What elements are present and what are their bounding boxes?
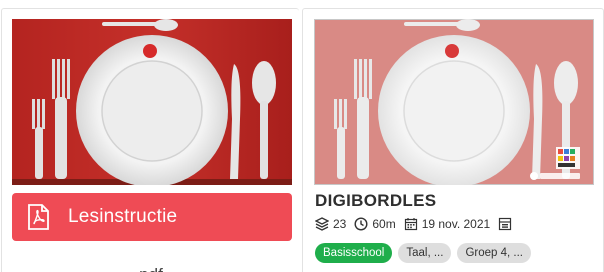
lesson-title: DIGIBORDLES <box>315 191 437 210</box>
lesinstructie-label: Lesinstructie <box>68 206 178 227</box>
tag-group[interactable]: Groep 4, ... <box>457 243 531 263</box>
plate-illustration <box>12 19 292 185</box>
plate-illustration-faded <box>314 19 594 185</box>
digibordles-card: DIGIBORDLES 23 60m 19 nov. 2021 Basissch… <box>302 8 604 272</box>
digibordles-thumbnail[interactable] <box>314 19 594 185</box>
lesinstructie-button[interactable]: Lesinstructie <box>12 193 292 241</box>
board-type <box>498 217 516 231</box>
whiteboard-icon <box>499 217 512 231</box>
publish-date-value: 19 nov. 2021 <box>421 217 491 231</box>
tag-school-type[interactable]: Basisschool <box>315 243 393 263</box>
publish-date: 19 nov. 2021 <box>404 217 491 231</box>
lesson-material-card: Lesinstructie pdf <box>1 8 299 272</box>
kids-week-badge <box>556 147 580 169</box>
file-type-caption: pdf <box>2 265 299 272</box>
lesson-meta: 23 60m 19 nov. 2021 <box>315 217 524 231</box>
lesson-thumbnail[interactable] <box>12 19 292 185</box>
slides-count-value: 23 <box>333 217 347 231</box>
tag-subject[interactable]: Taal, ... <box>398 243 452 263</box>
layers-icon <box>315 217 329 231</box>
pdf-file-icon <box>26 204 50 230</box>
duration: 60m <box>354 217 396 231</box>
slides-count: 23 <box>315 217 346 231</box>
duration-value: 60m <box>372 217 396 231</box>
clock-icon <box>354 217 368 231</box>
tag-list: Basisschool Taal, ... Groep 4, ... <box>315 243 537 263</box>
calendar-icon <box>404 218 417 231</box>
